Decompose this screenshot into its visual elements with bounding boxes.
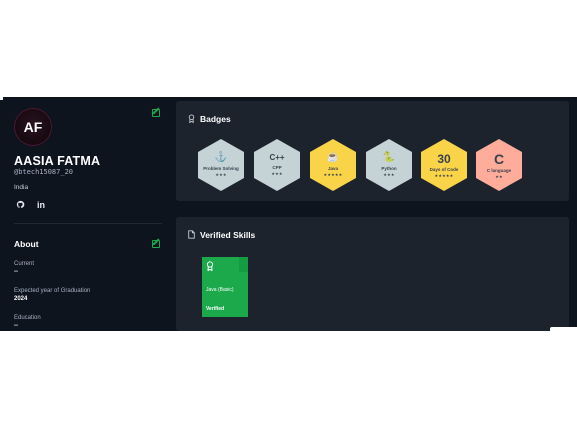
about-title: About [14,239,39,249]
cpp-icon: C++ [269,153,285,162]
badge-java[interactable]: ☕ Java ★★★★★ [310,139,356,191]
github-icon[interactable] [16,200,25,211]
star-rating: ★★★★★ [434,172,454,178]
profile-page: AF AASIA FATMA @btech15087_20 India in A… [0,97,577,331]
star-rating: ★★★ [383,172,395,177]
badges-title: Badges [200,114,231,124]
avatar-initials: AF [23,119,43,135]
star-rating: ★★ [495,173,503,179]
ribbon-icon [206,261,214,271]
problem-solving-icon: ⚓ [214,152,228,163]
badge-icon [188,114,195,123]
about-graduation-label: Expected year of Graduation [14,288,91,294]
verified-skills-title: Verified Skills [200,230,256,240]
avatar[interactable]: AF [14,108,52,146]
star-rating: ★★★ [215,172,227,177]
profile-sidebar: AF AASIA FATMA @btech15087_20 India in A… [0,97,170,331]
certificate-status: Verified [206,306,225,312]
corner-dot [0,97,3,100]
days-of-code-icon: 30 [437,151,451,166]
profile-handle: @btech15087_20 [14,168,74,176]
edit-about-icon[interactable] [152,240,160,248]
document-icon [188,230,195,239]
certificate-fold [239,257,248,272]
sidebar-divider [14,223,162,224]
corner-widget[interactable] [550,327,577,331]
badge-days-of-code[interactable]: 30 Days of Code ★★★★★ [421,139,467,191]
profile-name: AASIA FATMA [14,154,101,168]
verified-skills-card: Verified Skills Java (Basic) Verified [176,217,569,331]
linkedin-icon[interactable]: in [37,200,45,210]
c-language-icon: C [493,150,505,167]
badge-problem-solving[interactable]: ⚓ Problem Solving ★★★ [198,139,244,191]
badge-python[interactable]: 🐍 Python ★★★ [366,139,412,191]
badge-cpp[interactable]: C++ CPP ★★★ [254,139,300,191]
edit-profile-icon[interactable] [152,109,160,117]
about-current-value: -- [14,269,18,275]
about-education-value: -- [14,323,18,329]
certificate-skill-name: Java (Basic) [206,287,234,293]
about-current-label: Current [14,261,35,267]
badges-card: Badges ⚓ Problem Solving ★★★ C++ CPP ★★★… [176,101,569,201]
about-education-label: Education [14,315,41,321]
profile-country: India [14,184,29,191]
star-rating: ★★★★★ [323,172,343,177]
star-rating: ★★★ [271,171,283,176]
about-graduation-value: 2024 [14,296,28,302]
badge-c-language[interactable]: C C language ★★ [476,139,522,191]
python-icon: 🐍 [382,152,396,163]
java-icon: ☕ [326,152,340,163]
